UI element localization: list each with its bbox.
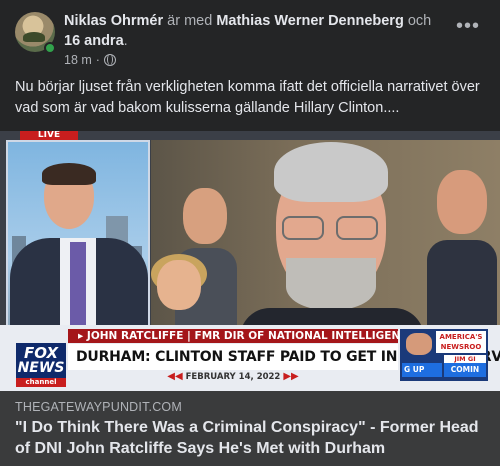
fox-news-logo: FOX NEWS channel bbox=[16, 343, 66, 387]
arrow-right-icon: ▶▶ bbox=[283, 371, 299, 382]
meta-separator: · bbox=[95, 53, 100, 67]
chyron-date: ◀◀ FEBRUARY 14, 2022 ▶▶ bbox=[167, 371, 299, 382]
background-person bbox=[427, 170, 497, 338]
and-text: och bbox=[403, 13, 432, 29]
arrow-left-icon: ◀◀ bbox=[167, 371, 183, 382]
person-durham bbox=[240, 140, 424, 348]
promo-title: AMERICA'S NEWSROO bbox=[436, 331, 486, 353]
more-options-button[interactable]: ••• bbox=[456, 16, 480, 36]
left-video-panel bbox=[6, 140, 150, 342]
news-chyron: FOX NEWS channel ▸ JOHN RATCLIFFE | FMR … bbox=[0, 325, 500, 391]
person-hair bbox=[42, 163, 96, 185]
post-time-link[interactable]: 18 m bbox=[64, 53, 92, 67]
post-text: Nu börjar ljuset från verkligheten komma… bbox=[15, 79, 480, 116]
chyron-speaker: ▸ JOHN RATCLIFFE | FMR DIR OF NATIONAL I… bbox=[68, 329, 415, 343]
promo-label-right: COMIN bbox=[444, 363, 486, 377]
promo-face bbox=[406, 333, 432, 355]
promo-name: JIM GI bbox=[444, 355, 486, 363]
online-status-indicator bbox=[44, 42, 56, 54]
post-header: Niklas Ohrmér är med Mathias Werner Denn… bbox=[64, 11, 449, 51]
link-preview-image[interactable]: LIVE FOX NEWS channel ▸ JOHN RATCLIFFE |… bbox=[0, 131, 500, 391]
globe-icon[interactable] bbox=[103, 54, 116, 66]
link-domain: THEGATEWAYPUNDIT.COM bbox=[15, 400, 182, 414]
others-link[interactable]: 16 andra bbox=[64, 33, 124, 49]
tagged-person-link[interactable]: Mathias Werner Denneberg bbox=[216, 13, 403, 29]
right-video-panel bbox=[151, 140, 500, 348]
chyron-headline: DURHAM: CLINTON STAFF PAID TO GET IN TRU… bbox=[68, 344, 500, 370]
post-meta: 18 m · bbox=[64, 53, 116, 67]
person-ratcliffe bbox=[30, 163, 110, 267]
promo-label-left: G UP bbox=[402, 363, 442, 377]
avatar-photo bbox=[23, 32, 45, 42]
period: . bbox=[123, 33, 128, 49]
live-tag: LIVE bbox=[20, 131, 78, 140]
author-name-link[interactable]: Niklas Ohrmér bbox=[64, 13, 163, 29]
facebook-post: Niklas Ohrmér är med Mathias Werner Denn… bbox=[0, 0, 500, 466]
link-preview-card[interactable]: THEGATEWAYPUNDIT.COM "I Do Think There W… bbox=[0, 391, 500, 466]
with-text: är med bbox=[163, 13, 217, 29]
link-title[interactable]: "I Do Think There Was a Criminal Conspir… bbox=[15, 417, 490, 459]
promo-box: AMERICA'S NEWSROO JIM GI G UP COMIN bbox=[400, 329, 488, 381]
